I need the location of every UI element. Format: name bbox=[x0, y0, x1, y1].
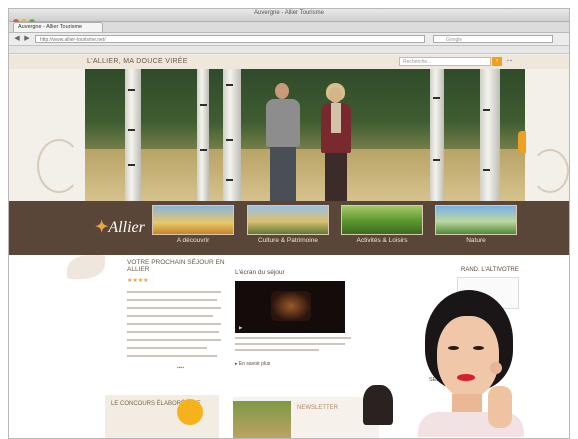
section-title-sejour: VOTRE PROCHAIN SÉJOUR EN ALLIER bbox=[127, 259, 225, 273]
address-bar[interactable]: http://www.allier-tourisme.net/ bbox=[35, 35, 425, 43]
video-player[interactable]: ▶ bbox=[235, 281, 345, 333]
decorative-swirl-right bbox=[531, 149, 569, 193]
back-icon[interactable]: ◀ bbox=[13, 35, 21, 43]
nav-thumb-decouvrir[interactable] bbox=[152, 205, 234, 235]
newsletter-block[interactable]: NEWSLETTER bbox=[233, 397, 379, 438]
side-tab[interactable] bbox=[518, 131, 526, 153]
birch-trunk bbox=[197, 69, 209, 201]
tab-bar: Auvergne - Allier Tourisme bbox=[9, 22, 569, 33]
nav-thumb-activites[interactable] bbox=[341, 205, 423, 235]
hero-image bbox=[85, 69, 525, 201]
concours-block[interactable]: LE CONCOURS ÉLABORÉ RIVE bbox=[105, 395, 219, 438]
title-bar: Auvergne - Allier Tourisme bbox=[9, 9, 569, 25]
text-block-sejour bbox=[127, 285, 223, 375]
header-links[interactable]: ▪ ▪ bbox=[507, 58, 512, 64]
search-button[interactable]: › bbox=[492, 57, 502, 66]
bookmarks-bar bbox=[9, 46, 569, 54]
nav-thumb-nature[interactable] bbox=[435, 205, 517, 235]
decorative-swirl-left bbox=[37, 139, 81, 193]
nav-item-culture[interactable]: Culture & Patrimoine bbox=[247, 237, 329, 244]
advisor-portrait bbox=[363, 385, 393, 425]
nav-item-decouvrir[interactable]: A découvrir bbox=[152, 237, 234, 244]
section-title-ecran: L'écran du séjour bbox=[235, 269, 285, 276]
browser-tab[interactable]: Auvergne - Allier Tourisme bbox=[13, 22, 103, 32]
nav-item-nature[interactable]: Nature bbox=[435, 237, 517, 244]
overlay-woman-lips bbox=[457, 374, 475, 381]
sun-icon bbox=[177, 399, 203, 425]
man-figure bbox=[275, 83, 289, 99]
more-link-sejour[interactable]: ▪▪▪▪ bbox=[177, 365, 184, 371]
rating-stars: ★★★★ bbox=[127, 278, 149, 284]
browser-search-input[interactable]: Google bbox=[433, 35, 553, 43]
sidebar-title-rando[interactable]: RAND. L'ALTIVOTRE bbox=[461, 267, 519, 274]
browser-toolbar: ◀ ▶ http://www.allier-tourisme.net/ Goog… bbox=[9, 33, 569, 46]
woman-figure bbox=[329, 87, 342, 103]
newsletter-image bbox=[233, 401, 291, 438]
overlay-woman-face bbox=[437, 316, 499, 398]
birch-trunk bbox=[125, 69, 141, 201]
overlay-woman-hand bbox=[488, 386, 512, 428]
window-title: Auvergne - Allier Tourisme bbox=[254, 10, 324, 16]
play-icon[interactable]: ▶ bbox=[239, 325, 242, 331]
birch-trunk bbox=[223, 69, 241, 201]
birch-trunk bbox=[430, 69, 444, 201]
site-search-input[interactable]: Recherche... bbox=[399, 57, 491, 66]
more-link-ecran[interactable]: ▸ En savoir plus bbox=[235, 361, 270, 367]
site-logo[interactable]: ✦Allier bbox=[95, 217, 145, 237]
forward-icon[interactable]: ▶ bbox=[23, 35, 31, 43]
birch-trunk bbox=[480, 69, 500, 201]
nav-thumb-culture[interactable] bbox=[247, 205, 329, 235]
nav-item-activites[interactable]: Activités & Loisirs bbox=[341, 237, 423, 244]
video-thumbnail bbox=[271, 291, 311, 321]
site-title: L'ALLIER, MA DOUCE VIRÉE bbox=[87, 58, 188, 65]
newsletter-title: NEWSLETTER bbox=[297, 405, 339, 411]
